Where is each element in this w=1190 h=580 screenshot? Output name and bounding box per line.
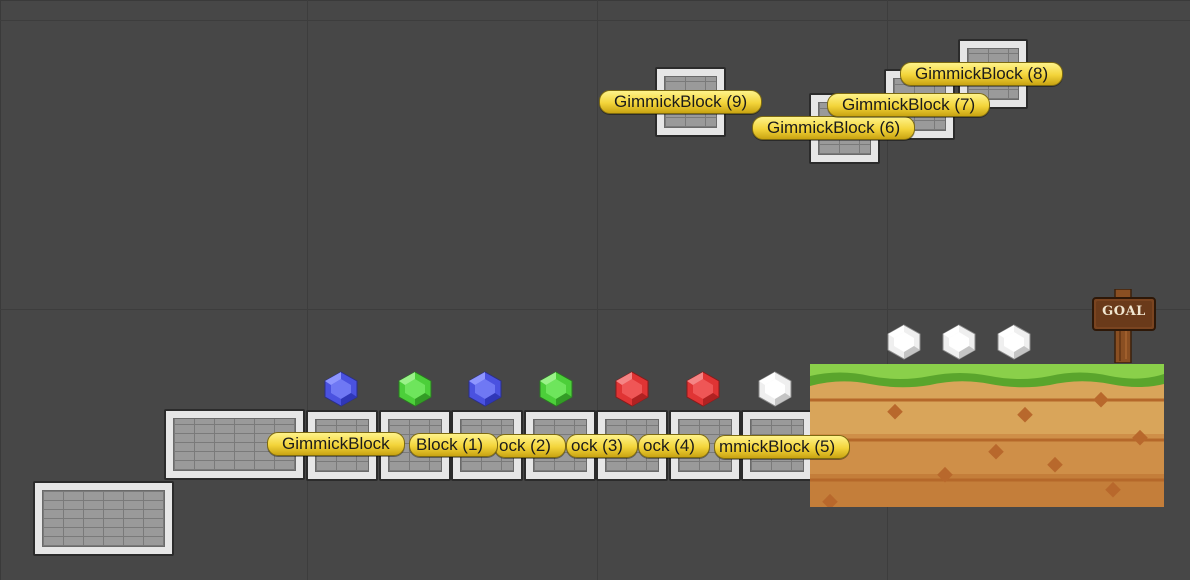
gimmick-block-label-4[interactable]: ock (4) [638, 434, 710, 458]
red-gem[interactable] [614, 371, 650, 407]
gimmick-block-label-9[interactable]: GimmickBlock (9) [599, 90, 763, 114]
gimmick-block-label[interactable]: GimmickBlock [267, 432, 405, 456]
grid-line [307, 0, 308, 580]
green-gem[interactable] [538, 371, 574, 407]
scene-view[interactable]: GOAL GimmickBlock (9) GimmickBlock (6) G… [0, 0, 1190, 580]
gimmick-block-label-1[interactable]: Block (1) [409, 433, 499, 457]
gimmick-block-label-2[interactable]: ock (2) [494, 434, 566, 458]
gimmick-block-label-3[interactable]: ock (3) [566, 434, 638, 458]
white-gem[interactable] [941, 324, 977, 360]
white-gem[interactable] [757, 371, 793, 407]
gimmick-block-label-6[interactable]: GimmickBlock (6) [752, 116, 916, 140]
grid-line [597, 0, 598, 580]
gimmick-block-label-7[interactable]: GimmickBlock (7) [827, 93, 991, 117]
blue-gem[interactable] [323, 371, 359, 407]
goal-sign-text: GOAL [1102, 304, 1146, 319]
gimmick-block-label-8[interactable]: GimmickBlock (8) [900, 62, 1064, 86]
red-gem[interactable] [685, 371, 721, 407]
goal-sign[interactable]: GOAL [1091, 289, 1157, 363]
white-gem[interactable] [996, 324, 1032, 360]
stone-block[interactable] [33, 481, 174, 556]
gimmick-block-label-5[interactable]: mmickBlock (5) [714, 435, 851, 459]
blue-gem[interactable] [467, 371, 503, 407]
grass-ground[interactable] [810, 364, 1164, 507]
white-gem[interactable] [886, 324, 922, 360]
green-gem[interactable] [397, 371, 433, 407]
grid-line [0, 20, 1190, 21]
grid-line [0, 309, 1190, 310]
